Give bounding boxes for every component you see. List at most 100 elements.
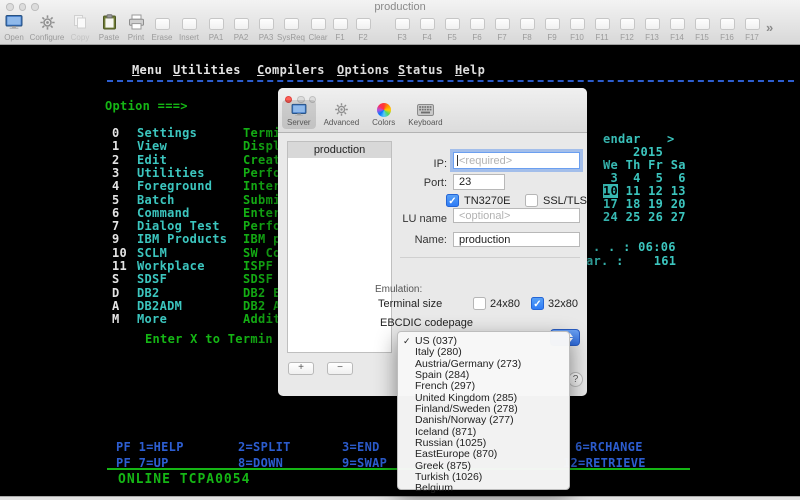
menu-name[interactable]: Foreground: [137, 179, 212, 193]
menu-key: 4: [112, 179, 120, 193]
menu-name[interactable]: View: [137, 139, 167, 153]
menu-name[interactable]: SCLM: [137, 246, 167, 260]
calendar-week-row: 10 11 12 13: [603, 184, 686, 198]
session-list-item[interactable]: production: [288, 142, 391, 158]
menu-desc: Enter: [243, 206, 281, 220]
lu-name-field[interactable]: [453, 208, 580, 223]
menu-key: M: [112, 312, 120, 326]
menu-key: 5: [112, 193, 120, 207]
tab-server[interactable]: Server: [282, 100, 316, 129]
window-title: production: [0, 1, 800, 13]
checkmark-icon: ✓: [403, 336, 411, 347]
ispf-menu-item[interactable]: Options: [337, 63, 390, 77]
window-titlebar: production Open Configure Copy Paste: [0, 0, 800, 45]
calendar-week-row: 17 18 19 20: [603, 197, 686, 211]
menu-name[interactable]: Edit: [137, 153, 167, 167]
dialog-titlebar: Server Advanced Colors: [278, 88, 587, 133]
ispf-menu-item[interactable]: Utilities: [173, 63, 241, 77]
menu-desc: Perfo: [243, 166, 281, 180]
ispf-menu-item[interactable]: Help: [455, 63, 485, 77]
menu-name[interactable]: Settings: [137, 126, 197, 140]
codepage-menu: ✓US (037) Italy (280) Austria/Germany (2…: [397, 331, 570, 490]
menu-desc: DB2 A: [243, 299, 281, 313]
pf-key-label: 2=SPLIT: [238, 440, 291, 454]
color-wheel-icon: [377, 102, 391, 117]
name-label: Name:: [385, 234, 447, 246]
remove-session-button[interactable]: −: [327, 362, 353, 375]
size-24x80-label: 24x80: [490, 298, 520, 310]
size-32x80-label: 32x80: [548, 298, 578, 310]
port-field[interactable]: [453, 174, 505, 190]
separator-dashed-line: [107, 80, 794, 82]
app-window: production Open Configure Copy Paste: [0, 0, 800, 500]
tn3270e-label: TN3270E: [464, 195, 510, 207]
tab-keyboard[interactable]: Keyboard: [403, 100, 447, 129]
menu-name[interactable]: Command: [137, 206, 190, 220]
time-line-fragment: . . : 06:06: [593, 240, 676, 254]
key-icon: [745, 18, 760, 30]
toolbar-overflow-chevron[interactable]: »: [766, 20, 773, 35]
menu-key: 0: [112, 126, 120, 140]
menu-key: D: [112, 286, 120, 300]
menu-name[interactable]: IBM Products: [137, 232, 227, 246]
emulation-section-label: Emulation:: [375, 284, 422, 295]
menu-name[interactable]: More: [137, 312, 167, 326]
menu-desc: Displ: [243, 139, 281, 153]
menu-name[interactable]: Utilities: [137, 166, 205, 180]
menu-name[interactable]: Dialog Test: [137, 219, 220, 233]
menu-desc: ISPF: [243, 259, 273, 273]
menu-name[interactable]: DB2: [137, 286, 160, 300]
menu-key: 11: [112, 259, 127, 273]
section-separator: [400, 257, 580, 258]
size-32x80-checkbox[interactable]: ✓: [531, 297, 544, 310]
ssl-tls-checkbox[interactable]: [525, 194, 538, 207]
key-icon: [356, 18, 371, 30]
name-field[interactable]: [453, 232, 580, 247]
menu-key: A: [112, 299, 120, 313]
help-button[interactable]: ?: [568, 372, 583, 387]
codepage-label: EBCDIC codepage: [380, 317, 473, 329]
menu-desc: SDSF: [243, 272, 273, 286]
menu-desc: IBM p: [243, 232, 281, 246]
window-bottom-edge: [0, 496, 800, 500]
calendar-year: 2015: [633, 145, 663, 159]
text-cursor: [457, 155, 458, 166]
toolbar-button-f2[interactable]: F2: [341, 13, 385, 42]
menu-desc: Termi: [243, 126, 281, 140]
pf-key-label: PF 1=HELP: [116, 440, 184, 454]
tab-advanced[interactable]: Advanced: [319, 100, 365, 129]
gear-icon: [334, 102, 349, 117]
exit-hint: Enter X to Termin: [145, 332, 273, 346]
menu-name[interactable]: Workplace: [137, 259, 205, 273]
menu-key: 9: [112, 232, 120, 246]
menu-desc: SW Co: [243, 246, 281, 260]
menu-key: 7: [112, 219, 120, 233]
keyboard-icon: [417, 102, 434, 117]
ispf-menu-item[interactable]: Status: [398, 63, 443, 77]
menu-name[interactable]: Batch: [137, 193, 175, 207]
lu-name-label: LU name: [385, 213, 447, 225]
ip-field[interactable]: [453, 152, 580, 169]
menu-desc: Creat: [243, 153, 281, 167]
day-of-year-fragment: ar. : 161: [586, 254, 676, 268]
menu-desc: Addit: [243, 312, 281, 326]
ip-label: IP:: [385, 158, 447, 170]
pf-key-label: 3=END: [342, 440, 380, 454]
pf-key-label: 6=RCHANGE: [575, 440, 643, 454]
menu-key: 10: [112, 246, 127, 260]
menu-desc: Perfo: [243, 219, 281, 233]
menu-desc: DB2 E: [243, 286, 281, 300]
codepage-menu-item[interactable]: Belgium: [398, 483, 569, 494]
ispf-menu-item[interactable]: Compilers: [257, 63, 325, 77]
menu-name[interactable]: SDSF: [137, 272, 167, 286]
tn3270e-checkbox[interactable]: ✓: [446, 194, 459, 207]
calendar-weekdays: We Th Fr Sa: [603, 158, 686, 172]
ispf-menu-item[interactable]: Menu: [132, 63, 162, 77]
tab-colors[interactable]: Colors: [367, 100, 400, 129]
size-24x80-checkbox[interactable]: [473, 297, 486, 310]
port-label: Port:: [385, 177, 447, 189]
option-prompt[interactable]: Option ===>: [105, 99, 188, 113]
menu-name[interactable]: DB2ADM: [137, 299, 182, 313]
menu-key: 1: [112, 139, 120, 153]
add-session-button[interactable]: +: [288, 362, 314, 375]
